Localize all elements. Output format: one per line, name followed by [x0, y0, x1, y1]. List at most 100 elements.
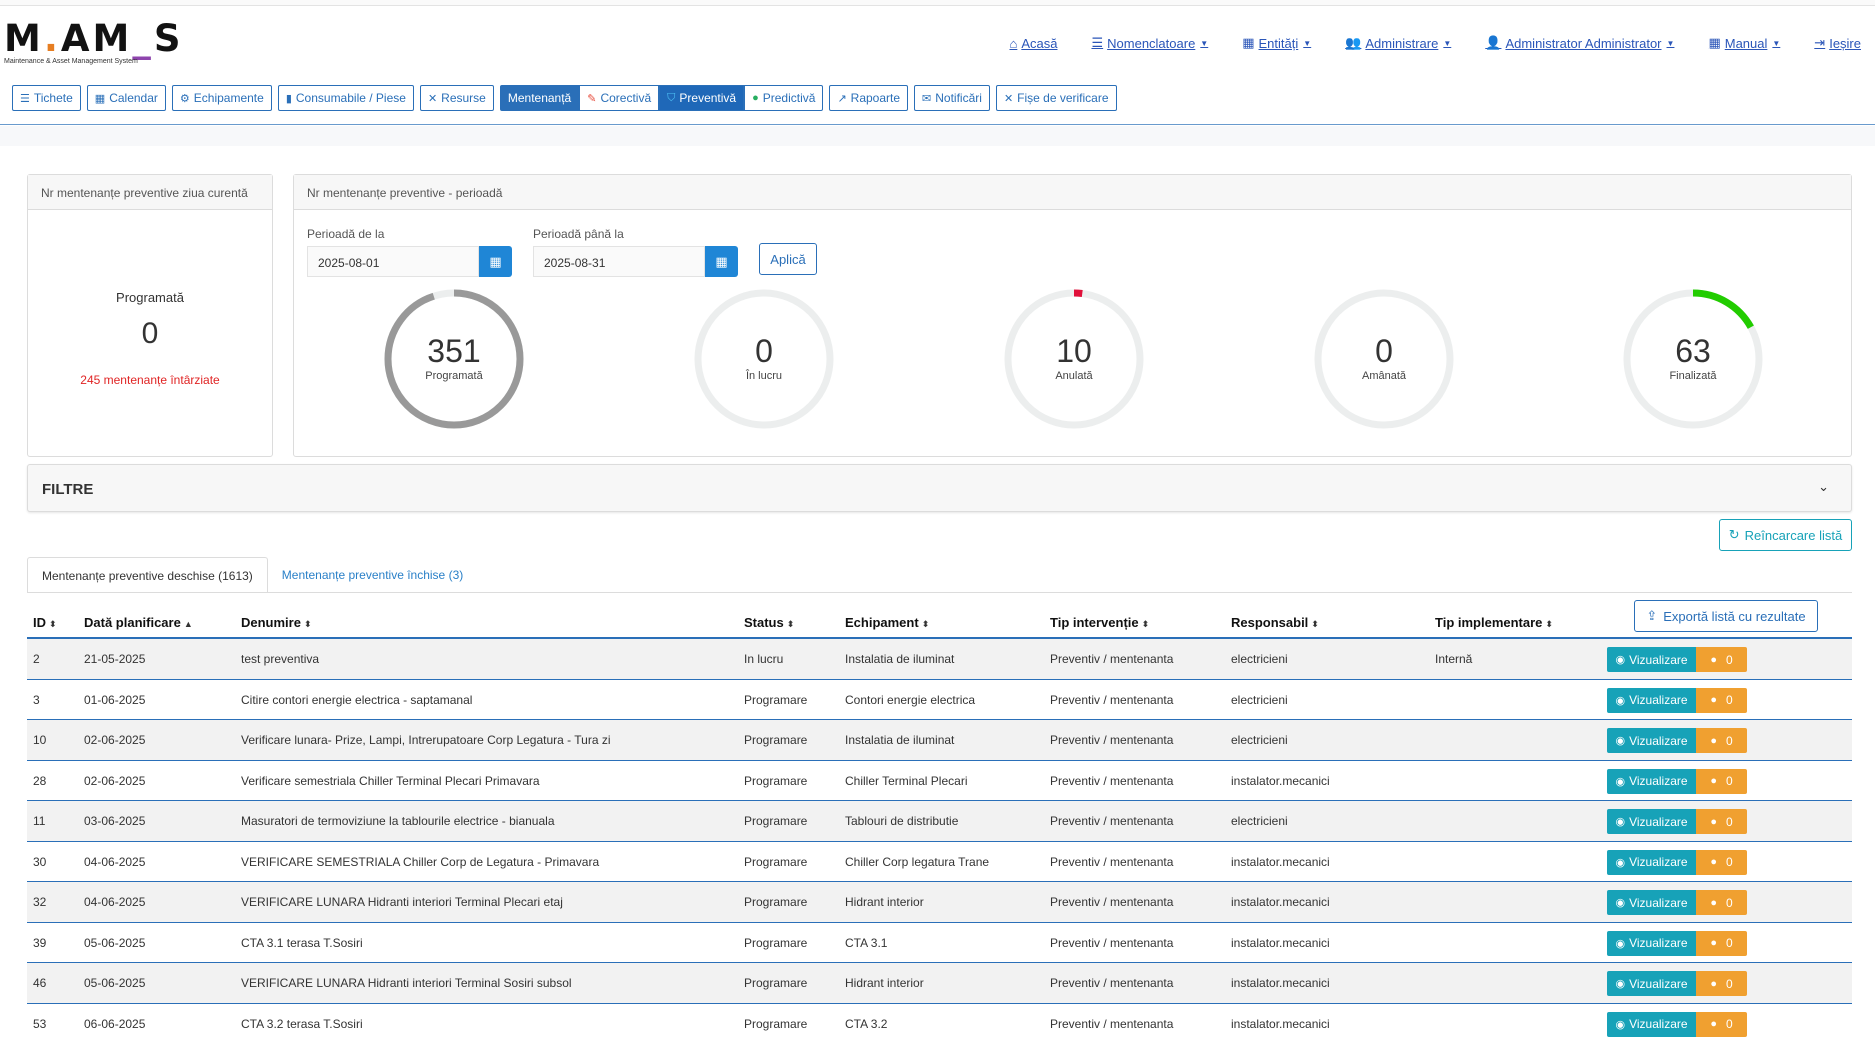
- col-id[interactable]: ID ⬍: [33, 615, 57, 630]
- sort-icon: ⬍: [49, 619, 57, 629]
- comment-icon: ●: [1710, 1018, 1717, 1030]
- nav-iesire[interactable]: ⇥ Ieșire: [1814, 35, 1861, 51]
- late-maintenance-text: 245 mentenanțe întârziate: [80, 373, 220, 387]
- eye-icon: ◉: [1615, 856, 1626, 869]
- view-button[interactable]: ◉ Vizualizare: [1607, 1011, 1696, 1037]
- tab-open[interactable]: Mentenanțe preventive deschise (1613): [27, 557, 268, 593]
- filters-panel[interactable]: FILTRE ⌄: [27, 464, 1852, 512]
- cell-name: Verificare semestriala Chiller Terminal …: [241, 773, 540, 788]
- view-button[interactable]: ◉ Vizualizare: [1607, 971, 1696, 996]
- view-button[interactable]: ◉ Vizualizare: [1607, 768, 1696, 794]
- table-row: 28 02-06-2025 Verificare semestriala Chill…: [27, 761, 1852, 801]
- mams-logo[interactable]: M.AM_S Maintenance & Asset Management Sy…: [4, 20, 181, 66]
- cell-type: Preventiv / mentenanta: [1050, 976, 1174, 990]
- cell-id: 53: [33, 1016, 47, 1031]
- date-from-input[interactable]: 2025-08-01: [307, 246, 479, 277]
- tab-closed[interactable]: Mentenanțe preventive închise (3): [267, 557, 478, 593]
- comment-icon: ●: [1710, 653, 1717, 666]
- view-button[interactable]: ◉ Vizualizare: [1607, 930, 1696, 956]
- card-period-header: Nr mentenanțe preventive - perioadă: [294, 175, 1851, 210]
- cell-id: 28: [33, 773, 47, 788]
- cell-type: Preventiv / mentenanta: [1050, 935, 1174, 950]
- date-to-block: Perioadă până la 2025-08-31 ▦: [533, 227, 738, 277]
- list-icon: ☰: [1091, 35, 1104, 50]
- view-button[interactable]: ◉ Vizualizare: [1607, 687, 1696, 713]
- cell-type: Preventiv / mentenanta: [1050, 733, 1174, 747]
- comments-button[interactable]: ● 0: [1696, 809, 1747, 834]
- ring-value: 0: [1375, 333, 1393, 369]
- col-status[interactable]: Status ⬍: [744, 615, 794, 630]
- nav-administrare[interactable]: 👥 Administrare ▼: [1345, 35, 1451, 51]
- comments-button[interactable]: ● 0: [1696, 930, 1747, 956]
- col-name[interactable]: Denumire ⬍: [241, 615, 312, 630]
- eye-icon: ◉: [1615, 937, 1626, 950]
- comments-button[interactable]: ● 0: [1696, 890, 1747, 915]
- caret-down-icon: ▼: [1200, 38, 1209, 48]
- reload-list-button[interactable]: ↻ Reîncarcare listă: [1719, 519, 1852, 551]
- comments-button[interactable]: ● 0: [1696, 647, 1747, 672]
- tabs: Mentenanțe preventive deschise (1613) Me…: [27, 557, 478, 593]
- comments-button[interactable]: ● 0: [1696, 849, 1747, 875]
- comments-button[interactable]: ● 0: [1696, 728, 1747, 753]
- col-equipment[interactable]: Echipament ⬍: [845, 615, 929, 630]
- calendar-button[interactable]: ▦ Calendar: [86, 85, 166, 111]
- apply-button[interactable]: Aplică: [759, 243, 817, 275]
- cell-equip: Hidrant interior: [845, 976, 924, 990]
- col-intervention-type[interactable]: Tip intervenție ⬍: [1050, 615, 1149, 630]
- mentenanta-group: Mentenanță ✎ Corectivă ⛉ Preventivă ● Predi…: [499, 85, 824, 111]
- nav-user[interactable]: 👤 Administrator Administrator ▼: [1485, 35, 1674, 51]
- header-divider: [0, 124, 1875, 125]
- tools-icon: ✕: [1003, 92, 1014, 105]
- cell-id: 32: [33, 895, 47, 909]
- comments-button[interactable]: ● 0: [1696, 1011, 1747, 1037]
- consumabile-button[interactable]: ▮ Consumabile / Piese: [277, 85, 414, 111]
- comments-button[interactable]: ● 0: [1696, 768, 1747, 794]
- rapoarte-button[interactable]: ↗ Rapoarte: [829, 85, 909, 111]
- chevron-down-icon[interactable]: ⌄: [1818, 479, 1829, 495]
- comments-button[interactable]: ● 0: [1696, 971, 1747, 996]
- row-actions: ◉ Vizualizare ● 0: [1607, 971, 1747, 996]
- comment-icon: ●: [1710, 856, 1717, 868]
- view-button[interactable]: ◉ Vizualizare: [1607, 849, 1696, 875]
- col-responsible[interactable]: Responsabil ⬍: [1231, 615, 1319, 630]
- cell-resp: instalator.mecanici: [1231, 854, 1330, 869]
- calendar-icon[interactable]: ▦: [705, 246, 738, 277]
- nav-manual[interactable]: ▦ Manual ▼: [1708, 35, 1780, 51]
- nav-acasa[interactable]: ⌂ Acasă: [1009, 36, 1057, 51]
- view-button[interactable]: ◉ Vizualizare: [1607, 647, 1696, 672]
- view-button[interactable]: ◉ Vizualizare: [1607, 809, 1696, 834]
- today-count: 0: [141, 317, 159, 350]
- cell-equip: Instalatia de iluminat: [845, 652, 955, 666]
- mentenanta-button[interactable]: Mentenanță: [499, 85, 580, 111]
- cell-status: Programare: [744, 814, 808, 828]
- fise-verificare-button[interactable]: ✕ Fișe de verificare: [995, 85, 1117, 111]
- view-button[interactable]: ◉ Vizualizare: [1607, 728, 1696, 753]
- eye-icon: ◉: [1615, 775, 1626, 788]
- nav-entitati[interactable]: ▦ Entități ▼: [1242, 35, 1311, 51]
- nav-nomenclatoare[interactable]: ☰ Nomenclatoare ▼: [1091, 35, 1208, 51]
- shield-icon: ⛉: [667, 91, 676, 104]
- preventiva-button[interactable]: ⛉ Preventivă: [659, 85, 745, 111]
- cell-id: 3: [33, 692, 40, 707]
- eye-icon: ◉: [1615, 735, 1626, 747]
- view-button[interactable]: ◉ Vizualizare: [1607, 890, 1696, 915]
- corectiva-button[interactable]: ✎ Corectivă: [579, 85, 660, 111]
- comments-button[interactable]: ● 0: [1696, 687, 1747, 713]
- cell-resp: instalator.mecanici: [1231, 1016, 1330, 1031]
- calendar-icon[interactable]: ▦: [479, 246, 512, 277]
- cell-date: 02-06-2025: [84, 773, 146, 788]
- notificari-button[interactable]: ✉ Notificări: [914, 85, 990, 111]
- resurse-button[interactable]: ✕ Resurse: [419, 85, 494, 111]
- tichete-button[interactable]: ☰ Tichete: [12, 85, 81, 111]
- col-implementation-type[interactable]: Tip implementare ⬍: [1435, 615, 1553, 630]
- predictiva-button[interactable]: ● Predictivă: [744, 85, 824, 111]
- cell-status: Programare: [744, 895, 808, 909]
- cell-id: 10: [33, 733, 47, 747]
- cell-type: Preventiv / mentenanta: [1050, 814, 1174, 828]
- col-date[interactable]: Dată planificare ▲: [84, 615, 193, 630]
- sort-icon: ⬍: [786, 619, 795, 629]
- table-body: 2 21-05-2025 test preventiva In lucru Instal…: [27, 639, 1852, 1039]
- date-to-input[interactable]: 2025-08-31: [533, 246, 705, 277]
- echipamente-button[interactable]: ⚙ Echipamente: [171, 85, 272, 111]
- cell-equip: CTA 3.1: [845, 935, 888, 950]
